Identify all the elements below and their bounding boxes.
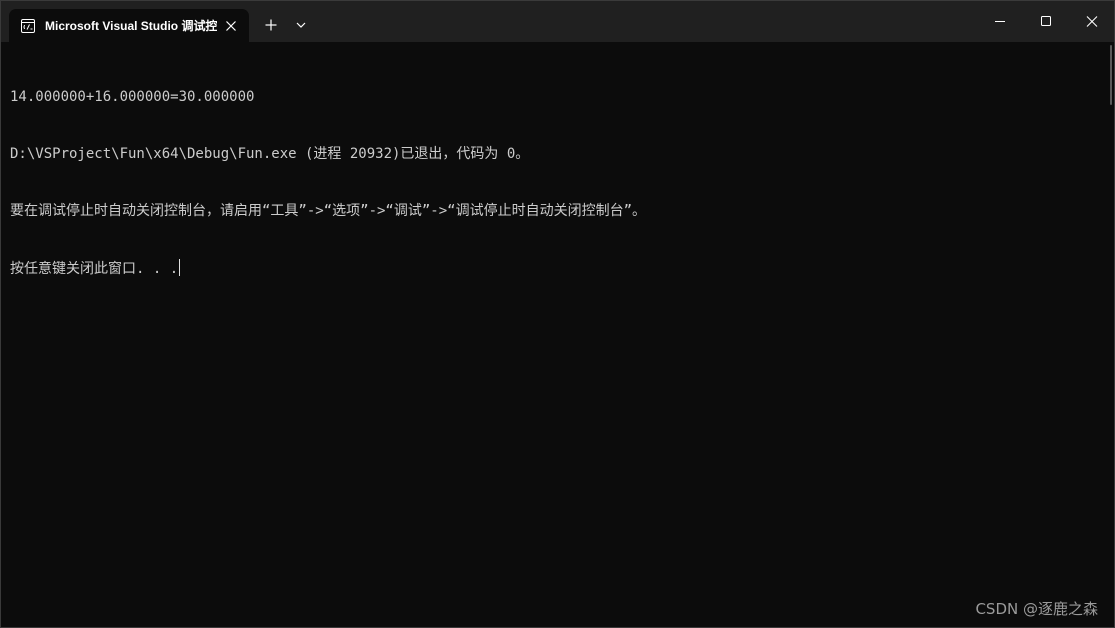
console-line: D:\VSProject\Fun\x64\Debug\Fun.exe (进程 2… [10, 146, 530, 162]
text-cursor [179, 259, 181, 276]
console-app-icon [21, 18, 35, 33]
close-tab-button[interactable] [221, 16, 241, 36]
close-icon [1086, 16, 1098, 27]
console-line: 要在调试停止时自动关闭控制台，请启用“工具”->“选项”->“调试”->“调试停… [10, 203, 646, 219]
scrollbar[interactable] [1110, 45, 1112, 105]
tab-title: Microsoft Visual Studio 调试控制台 [45, 19, 217, 33]
close-icon [226, 21, 236, 31]
minimize-button[interactable] [977, 1, 1023, 42]
console-line: 按任意键关闭此窗口. . . [10, 261, 179, 277]
watermark: CSDN @逐鹿之森 [975, 600, 1098, 618]
terminal-window: Microsoft Visual Studio 调试控制台 [0, 0, 1115, 628]
close-window-button[interactable] [1069, 1, 1114, 42]
maximize-icon [1041, 16, 1051, 26]
console-prompt-line: 按任意键关闭此窗口. . . [10, 259, 1100, 278]
tab-debug-console[interactable]: Microsoft Visual Studio 调试控制台 [9, 9, 249, 42]
console-output[interactable]: 14.000000+16.000000=30.000000 D:\VSProje… [10, 50, 1100, 610]
tab-dropdown-button[interactable] [291, 15, 311, 35]
new-tab-button[interactable] [260, 14, 282, 36]
minimize-icon [995, 21, 1005, 22]
maximize-button[interactable] [1023, 1, 1069, 42]
console-line: 14.000000+16.000000=30.000000 [10, 89, 255, 105]
title-bar[interactable]: Microsoft Visual Studio 调试控制台 [1, 1, 1114, 42]
chevron-down-icon [296, 22, 306, 28]
plus-icon [265, 19, 277, 31]
